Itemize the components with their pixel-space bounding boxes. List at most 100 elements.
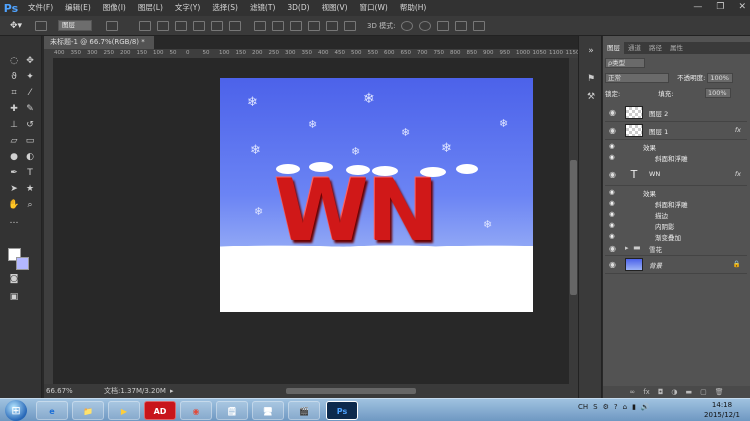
tool-presets-icon[interactable]: ⚒ — [585, 92, 597, 104]
distribute-hcenter-icon[interactable] — [326, 20, 338, 31]
marquee-tool-icon[interactable]: ◌ — [7, 54, 21, 68]
delete-layer-icon[interactable]: 🗑 — [715, 386, 724, 398]
tray-input-icon[interactable]: S — [593, 403, 597, 411]
effect-item[interactable]: 斜面和浮雕 — [655, 199, 688, 209]
align-bottom-icon[interactable] — [175, 20, 187, 31]
transform-controls-icon[interactable] — [106, 20, 118, 31]
collapse-panels-icon[interactable]: » — [585, 46, 597, 58]
clone-stamp-icon[interactable]: ⊥ — [7, 118, 21, 132]
opacity-input[interactable]: 100% — [707, 73, 734, 83]
lasso-tool-icon[interactable]: ϑ — [7, 70, 21, 84]
tab-paths[interactable]: 路径 — [645, 42, 666, 54]
hand-tool-icon[interactable]: ✋ — [7, 198, 21, 212]
visibility-eye-icon[interactable]: ◉ — [609, 170, 616, 179]
taskbar-photoshop-icon[interactable]: Ps — [326, 401, 358, 420]
menu-view[interactable]: 视图(V) — [316, 0, 354, 16]
pen-tool-icon[interactable]: ✒ — [7, 166, 21, 180]
menu-help[interactable]: 帮助(H) — [394, 0, 433, 16]
add-mask-icon[interactable]: ◘ — [658, 386, 664, 398]
menu-filter[interactable]: 滤镜(T) — [244, 0, 281, 16]
3d-roll-icon[interactable] — [419, 20, 432, 31]
taskbar-notes-icon[interactable]: 🗒 — [216, 401, 248, 420]
effect-visibility-eye-icon[interactable]: ◉ — [609, 153, 615, 161]
distribute-top-icon[interactable] — [254, 20, 266, 31]
layer-row-wn[interactable]: ◉ T WN fx — [605, 166, 747, 186]
crop-tool-icon[interactable]: ⌗ — [7, 86, 21, 100]
new-group-icon[interactable]: ▬ — [685, 386, 692, 398]
status-menu-arrow-icon[interactable]: ▸ — [170, 384, 174, 398]
dodge-tool-icon[interactable]: ◐ — [23, 150, 37, 164]
eyedropper-icon[interactable]: ⁄ — [23, 86, 37, 100]
menu-select[interactable]: 选择(S) — [206, 0, 244, 16]
effect-visibility-eye-icon[interactable]: ◉ — [609, 232, 615, 240]
document-tab[interactable]: 未标题-1 @ 66.7%(RGB/8) * — [44, 36, 154, 49]
tray-language[interactable]: CH — [578, 403, 588, 411]
type-tool-icon[interactable]: T — [23, 166, 37, 180]
path-select-icon[interactable]: ➤ — [7, 182, 21, 196]
tray-battery-icon[interactable]: ▮ — [632, 403, 636, 411]
layer-effects-icon[interactable]: fx — [735, 126, 741, 134]
distribute-left-icon[interactable] — [308, 20, 320, 31]
blur-tool-icon[interactable]: ● — [7, 150, 21, 164]
layer-effects-icon[interactable]: fx — [735, 170, 741, 178]
distribute-vcenter-icon[interactable] — [272, 20, 284, 31]
menu-3d[interactable]: 3D(D) — [281, 0, 315, 16]
3d-slide-icon[interactable] — [455, 20, 468, 31]
effect-visibility-eye-icon[interactable]: ◉ — [609, 221, 615, 229]
add-style-icon[interactable]: fx — [643, 386, 650, 398]
distribute-right-icon[interactable] — [344, 20, 356, 31]
taskbar-clock[interactable]: 14:18 2015/12/1 — [700, 400, 744, 420]
minimize-button[interactable]: — — [693, 2, 702, 12]
align-hcenter-icon[interactable] — [211, 20, 223, 31]
visibility-eye-icon[interactable]: ◉ — [609, 108, 616, 117]
layer-group-snowflakes[interactable]: ◉ ▸ ▬ 雪花 — [605, 242, 747, 256]
menu-window[interactable]: 窗口(W) — [354, 0, 394, 16]
document-info[interactable]: 文档:1.37M/3.20M — [104, 384, 166, 398]
new-layer-icon[interactable]: ▢ — [700, 386, 707, 398]
vertical-scroll-thumb[interactable] — [570, 160, 577, 295]
3d-scale-icon[interactable] — [473, 20, 486, 31]
tray-help-icon[interactable]: ? — [614, 403, 618, 411]
more-tools-icon[interactable]: … — [7, 214, 21, 228]
tab-layers[interactable]: 图层 — [603, 42, 624, 54]
tray-volume-icon[interactable]: 🔊 — [641, 403, 650, 411]
menu-layer[interactable]: 图层(L) — [132, 0, 169, 16]
adjustment-layer-icon[interactable]: ◑ — [671, 386, 677, 398]
link-layers-icon[interactable]: ∞ — [629, 386, 635, 398]
effect-item[interactable]: 渐变叠加 — [655, 232, 681, 242]
visibility-eye-icon[interactable]: ◉ — [609, 244, 616, 253]
taskbar-screen-icon[interactable]: 🖥 — [252, 401, 284, 420]
close-button[interactable]: ✕ — [738, 2, 746, 12]
eraser-tool-icon[interactable]: ▱ — [7, 134, 21, 148]
layer-row-layer2[interactable]: ◉ 图层 2 — [605, 104, 747, 122]
layer-row-layer1[interactable]: ◉ 图层 1 fx — [605, 122, 747, 140]
zoom-tool-icon[interactable]: ⌕ — [23, 198, 37, 212]
effect-item[interactable]: 描边 — [655, 210, 668, 220]
menu-edit[interactable]: 编辑(E) — [59, 0, 97, 16]
align-top-icon[interactable] — [139, 20, 151, 31]
tray-network-icon[interactable]: ⌂ — [623, 403, 627, 411]
wn-text-layer[interactable]: WN — [274, 166, 484, 256]
taskbar-chrome-icon[interactable]: ◉ — [180, 401, 212, 420]
auto-select-mode-dropdown[interactable]: 图层 — [58, 20, 92, 31]
magic-wand-icon[interactable]: ✦ — [23, 70, 37, 84]
align-left-icon[interactable] — [193, 20, 205, 31]
blend-mode-dropdown[interactable]: 正常 — [605, 73, 669, 83]
taskbar-adobe-icon[interactable]: AD — [144, 401, 176, 420]
align-vcenter-icon[interactable] — [157, 20, 169, 31]
effect-visibility-eye-icon[interactable]: ◉ — [609, 142, 615, 150]
effect-visibility-eye-icon[interactable]: ◉ — [609, 188, 615, 196]
taskbar-ie-icon[interactable]: e — [36, 401, 68, 420]
restore-button[interactable]: ❐ — [716, 2, 724, 12]
tab-properties[interactable]: 属性 — [666, 42, 687, 54]
gradient-tool-icon[interactable]: ▭ — [23, 134, 37, 148]
effect-visibility-eye-icon[interactable]: ◉ — [609, 210, 615, 218]
menu-type[interactable]: 文字(Y) — [169, 0, 206, 16]
screen-mode-icon[interactable]: ▣ — [7, 290, 21, 304]
history-brush-icon[interactable]: ↺ — [23, 118, 37, 132]
effect-item[interactable]: 内阴影 — [655, 221, 675, 231]
document-canvas[interactable]: ❄ ❄ ❄ ❄ ❄ ❄ ❄ ❄ ❄ ❄ WN — [220, 78, 533, 312]
3d-rotate-icon[interactable] — [401, 20, 414, 31]
horizontal-scroll-thumb[interactable] — [286, 388, 416, 394]
tray-settings-icon[interactable]: ⚙ — [603, 403, 609, 411]
